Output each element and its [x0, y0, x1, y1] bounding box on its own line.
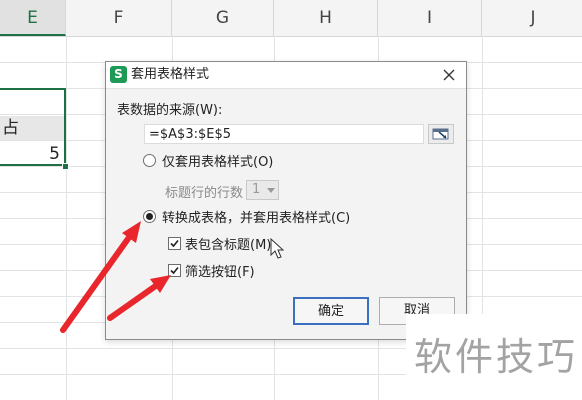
table-style-dialog: S 套用表格样式 表数据的来源(W): 仅套用表格样式(O) 标题行的行数 1 … [105, 61, 467, 340]
filter-buttons-label[interactable]: 筛选按钮(F) [185, 261, 255, 280]
style-only-radio[interactable] [143, 154, 156, 167]
range-input[interactable] [144, 124, 424, 144]
dialog-title-bar[interactable]: S 套用表格样式 [106, 62, 466, 89]
checkmark-icon [170, 239, 179, 248]
watermark-text: 软件技巧 [414, 335, 579, 379]
convert-radio[interactable] [143, 210, 156, 223]
checkmark-icon [170, 266, 179, 275]
range-picker-icon [432, 128, 449, 140]
dialog-title: 套用表格样式 [131, 67, 210, 82]
close-icon [443, 69, 455, 81]
has-headers-checkbox[interactable] [168, 237, 181, 250]
filter-buttons-checkbox[interactable] [168, 264, 181, 277]
fill-handle[interactable] [62, 163, 69, 170]
chevron-down-icon [267, 188, 275, 193]
header-rows-value: 1 [252, 182, 261, 197]
source-label: 表数据的来源(W): [117, 103, 223, 118]
wps-app-icon: S [110, 66, 127, 83]
column-header-h[interactable]: H [274, 0, 378, 36]
convert-label[interactable]: 转换成表格，并套用表格样式(C) [162, 207, 350, 226]
ok-button[interactable]: 确定 [293, 297, 369, 325]
has-headers-label[interactable]: 表包含标题(M) [185, 234, 271, 253]
column-gridline [66, 36, 67, 400]
column-header-g[interactable]: G [172, 0, 274, 36]
close-button[interactable] [440, 66, 458, 84]
watermark: 软件技巧 [406, 314, 582, 400]
selection-range-outline [0, 88, 66, 166]
style-only-label[interactable]: 仅套用表格样式(O) [162, 151, 273, 170]
column-header-j[interactable]: J [482, 0, 582, 36]
header-rows-select[interactable]: 1 [246, 180, 279, 200]
header-rows-label: 标题行的行数 [165, 186, 244, 201]
range-picker-button[interactable] [428, 124, 454, 144]
column-header-i[interactable]: I [378, 0, 482, 36]
column-header-bar: E F G H I J [0, 0, 582, 37]
column-header-e[interactable]: E [0, 0, 66, 36]
column-header-f[interactable]: F [66, 0, 172, 36]
